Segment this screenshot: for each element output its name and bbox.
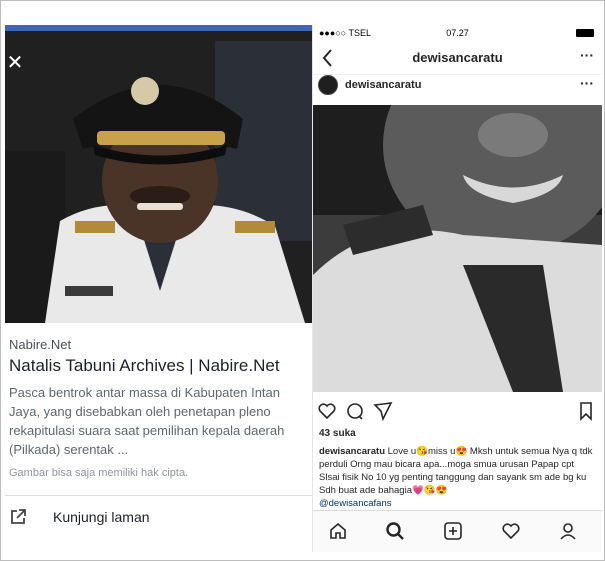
- preview-source: Nabire.Net: [9, 337, 72, 352]
- visit-page-button[interactable]: Kunjungi laman: [9, 505, 150, 529]
- preview-photo: ✕: [5, 31, 312, 323]
- search-icon[interactable]: [385, 521, 405, 541]
- post-image[interactable]: [313, 105, 602, 392]
- bookmark-icon[interactable]: [576, 401, 596, 421]
- heart-icon[interactable]: [317, 401, 337, 421]
- caption-mention[interactable]: @dewisancafans: [319, 498, 392, 509]
- visit-page-label: Kunjungi laman: [53, 509, 150, 525]
- screenshot-frame: ✕ Nabire.Net Natalis Tabuni Archives | N…: [0, 0, 605, 561]
- avatar[interactable]: [318, 75, 338, 95]
- copyright-note: Gambar bisa saja memiliki hak cipta.: [9, 467, 189, 479]
- divider: [5, 495, 312, 496]
- preview-title[interactable]: Natalis Tabuni Archives | Nabire.Net: [9, 356, 280, 376]
- home-icon[interactable]: [328, 521, 348, 541]
- status-bar: ●●●○○ TSEL 07.27: [313, 25, 602, 41]
- caption-username[interactable]: dewisancaratu: [319, 446, 385, 457]
- link-preview-panel: ✕ Nabire.Net Natalis Tabuni Archives | N…: [5, 25, 313, 552]
- preview-description: Pasca bentrok antar massa di Kabupaten I…: [9, 385, 285, 457]
- post-caption: dewisancaratu Love u😘miss u😍 Mksh untuk …: [319, 445, 597, 510]
- share-icon[interactable]: [373, 401, 393, 421]
- activity-heart-icon[interactable]: [501, 521, 521, 541]
- likes-count[interactable]: 43 suka: [319, 428, 356, 439]
- bw-portrait-illustration: [313, 105, 602, 392]
- comment-icon[interactable]: [345, 401, 365, 421]
- top-navbar: dewisancaratu ···: [313, 41, 602, 75]
- profile-username-title: dewisancaratu: [412, 50, 503, 65]
- close-icon[interactable]: ✕: [5, 53, 25, 73]
- post-username[interactable]: dewisancaratu: [345, 79, 421, 91]
- post-more-icon[interactable]: ···: [580, 75, 594, 91]
- instagram-post-panel: ●●●○○ TSEL 07.27 dewisancaratu ··· dewis…: [313, 25, 602, 552]
- post-header: dewisancaratu ···: [313, 75, 602, 105]
- bottom-tabbar: [313, 510, 602, 552]
- post-actions: [313, 401, 602, 423]
- profile-icon[interactable]: [558, 521, 578, 541]
- uniformed-man-illustration: [5, 31, 312, 323]
- add-post-icon[interactable]: [443, 521, 463, 541]
- clock: 07.27: [446, 28, 469, 38]
- more-options-icon[interactable]: ···: [580, 47, 594, 63]
- external-link-icon: [11, 509, 26, 524]
- battery-icon: [576, 29, 594, 37]
